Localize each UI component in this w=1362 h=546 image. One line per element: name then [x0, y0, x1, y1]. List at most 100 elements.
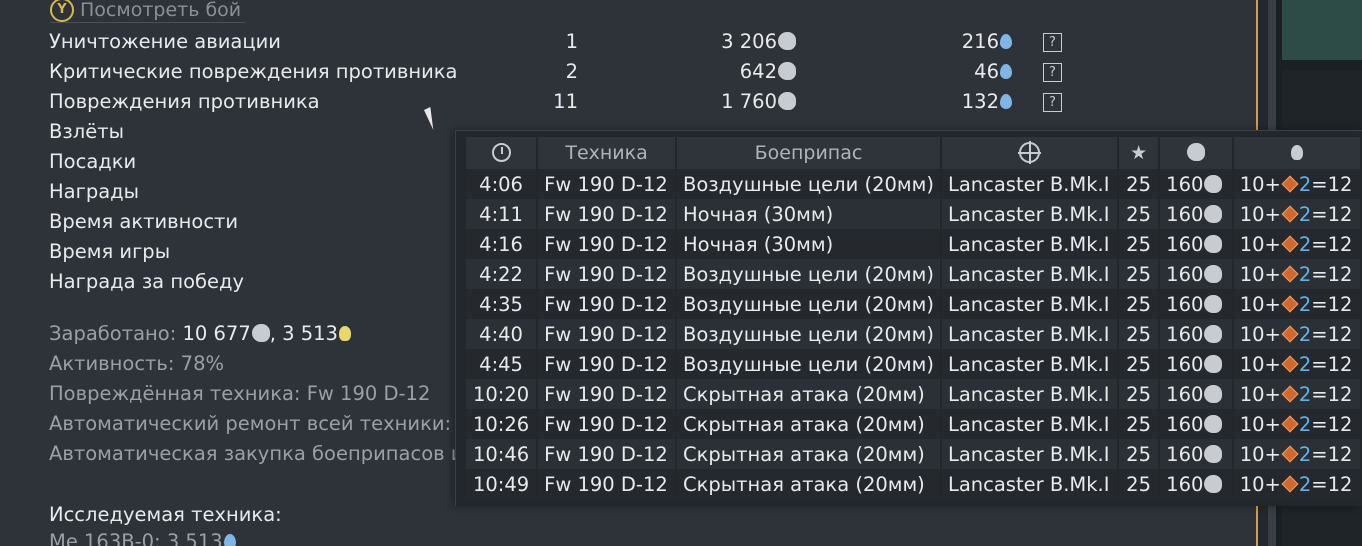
table-row: 4:35 Fw 190 D-12 Воздушные цели (20мм) Lanc…: [466, 289, 1360, 319]
sl-cell: 160: [1160, 379, 1232, 409]
rp-cell: 10+ 2=12: [1233, 439, 1360, 469]
rp-cell: 10+ 2=12: [1233, 379, 1360, 409]
lion-icon: [1204, 354, 1223, 373]
star-column-header: ★: [1119, 137, 1159, 169]
research-title: Исследуемая техника:: [49, 503, 282, 526]
help-icon[interactable]: ?: [1043, 63, 1062, 82]
stat-label[interactable]: Посадки: [49, 150, 136, 173]
time-cell: 10:26: [466, 409, 537, 439]
lion-icon: [1204, 474, 1223, 493]
rp-cell: 10+ 2=12: [1233, 259, 1360, 289]
table-row: 4:11 Fw 190 D-12 Ночная (30мм) Lancaster B.…: [466, 199, 1360, 229]
sl-cell: 160: [1160, 169, 1232, 199]
y-button-icon: Y: [50, 0, 74, 22]
watch-battle-label: Посмотреть бой: [80, 0, 242, 21]
help-icon[interactable]: ?: [1043, 93, 1062, 112]
rp-icon: [1000, 34, 1012, 49]
earned-summary: Заработано: 10 677, 3 513: [49, 322, 351, 345]
damaged-vehicle: Повреждённая техника: Fw 190 D-12: [49, 382, 431, 405]
sl-cell: 160: [1160, 319, 1232, 349]
stat-sl: 642: [690, 60, 796, 83]
time-cell: 4:35: [466, 289, 537, 319]
vehicle-cell: Fw 190 D-12: [538, 379, 675, 409]
activity-summary: Активность: 78%: [49, 352, 225, 375]
target-cell: Lancaster B.Mk.I: [941, 199, 1118, 229]
sl-cell: 160: [1160, 259, 1232, 289]
stat-label[interactable]: Взлёты: [49, 120, 124, 143]
lion-icon: [1187, 143, 1206, 161]
stat-rp: 46: [930, 60, 1012, 83]
ammo-cell: Воздушные цели (20мм): [677, 289, 940, 319]
table-row: 10:20 Fw 190 D-12 Скрытная атака (20мм) Lan…: [466, 379, 1360, 409]
stars-cell: 25: [1119, 349, 1159, 379]
vehicle-cell: Fw 190 D-12: [538, 229, 675, 259]
diamond-icon: [1281, 415, 1299, 432]
vehicle-cell: Fw 190 D-12: [538, 199, 675, 229]
bulb-icon: [338, 326, 351, 341]
target-cell: Lancaster B.Mk.I: [941, 409, 1118, 439]
star-icon: ★: [1130, 142, 1148, 164]
stat-sl: 3 206: [690, 30, 796, 53]
time-column-header: [466, 137, 537, 169]
lion-icon: [1204, 444, 1223, 463]
ammo-cell: Воздушные цели (20мм): [677, 319, 940, 349]
stars-cell: 25: [1119, 169, 1159, 199]
rp-cell: 10+ 2=12: [1233, 319, 1360, 349]
vehicle-cell: Fw 190 D-12: [538, 259, 675, 289]
stars-cell: 25: [1119, 199, 1159, 229]
stat-label[interactable]: Повреждения противника: [49, 90, 320, 113]
sl-cell: 160: [1160, 439, 1232, 469]
watch-battle-button[interactable]: Y Посмотреть бой: [50, 0, 246, 23]
stat-label[interactable]: Критические повреждения противника: [49, 60, 458, 83]
ammo-cell: Скрытная атака (20мм): [677, 409, 940, 439]
rp-cell: 10+ 2=12: [1233, 229, 1360, 259]
kills-table: Техника Боеприпас ★ 4:06 Fw 190 D-12 Возду…: [464, 137, 1362, 499]
vehicle-column-header: Техника: [538, 137, 675, 169]
sl-cell: 160: [1160, 469, 1232, 499]
lion-icon: [1204, 174, 1223, 193]
lion-icon: [1204, 414, 1223, 433]
lion-icon: [778, 32, 796, 50]
stat-label[interactable]: Время игры: [49, 240, 170, 263]
rp-icon: [223, 534, 236, 546]
target-cell: Lancaster B.Mk.I: [941, 259, 1118, 289]
table-row: 4:45 Fw 190 D-12 Воздушные цели (20мм) Lanc…: [466, 349, 1360, 379]
stars-cell: 25: [1119, 289, 1159, 319]
diamond-icon: [1281, 235, 1299, 252]
stars-cell: 25: [1119, 409, 1159, 439]
lion-icon: [1204, 384, 1223, 403]
ammo-cell: Скрытная атака (20мм): [677, 469, 940, 499]
stat-label[interactable]: Уничтожение авиации: [49, 30, 281, 53]
crosshair-icon: [1017, 141, 1041, 164]
table-row: 4:22 Fw 190 D-12 Воздушные цели (20мм) Lanc…: [466, 259, 1360, 289]
stat-label[interactable]: Награды: [49, 180, 139, 203]
rp-cell: 10+ 2=12: [1233, 469, 1360, 499]
auto-purchase: Автоматическая закупка боеприпасов и "п: [49, 442, 492, 465]
ammo-cell: Скрытная атака (20мм): [677, 379, 940, 409]
sl-column-header: [1160, 137, 1232, 169]
stat-label[interactable]: Награда за победу: [49, 270, 244, 293]
vehicle-cell: Fw 190 D-12: [538, 169, 675, 199]
lion-icon: [1204, 234, 1223, 253]
lion-icon: [778, 92, 796, 110]
diamond-icon: [1281, 295, 1299, 312]
stat-count: 1: [565, 30, 578, 53]
rp-icon: [1000, 64, 1012, 79]
sl-cell: 160: [1160, 349, 1232, 379]
time-cell: 4:22: [466, 259, 537, 289]
lion-icon: [1204, 204, 1223, 223]
stars-cell: 25: [1119, 229, 1159, 259]
rp-cell: 10+ 2=12: [1233, 169, 1360, 199]
stat-label[interactable]: Время активности: [49, 210, 238, 233]
stars-cell: 25: [1119, 439, 1159, 469]
ammo-cell: Ночная (30мм): [677, 229, 940, 259]
bulb-icon: [1291, 145, 1304, 160]
vehicle-cell: Fw 190 D-12: [538, 409, 675, 439]
table-row: 10:46 Fw 190 D-12 Скрытная атака (20мм) Lan…: [466, 439, 1360, 469]
target-column-header: [941, 137, 1118, 169]
rp-column-header: [1233, 137, 1360, 169]
sl-cell: 160: [1160, 289, 1232, 319]
help-icon[interactable]: ?: [1043, 33, 1062, 52]
rp-cell: 10+ 2=12: [1233, 349, 1360, 379]
side-thumbnail[interactable]: [1282, 0, 1362, 60]
